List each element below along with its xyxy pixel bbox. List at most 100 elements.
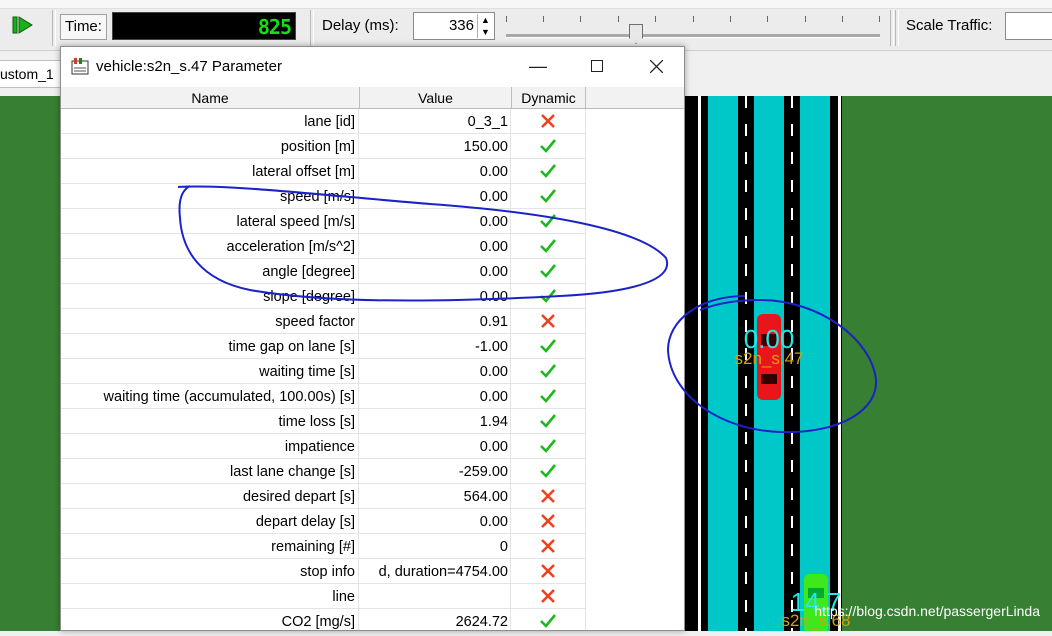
minimize-icon: — [529, 55, 547, 76]
parameter-name: slope [degree] [61, 284, 359, 308]
toolbar-separator [310, 10, 314, 46]
run-button[interactable] [6, 12, 40, 38]
dynamic-cell[interactable] [511, 409, 586, 433]
dynamic-cell[interactable] [511, 484, 586, 508]
dynamic-cell[interactable] [511, 109, 586, 133]
dynamic-cell[interactable] [511, 359, 586, 383]
table-header: Name Value Dynamic [61, 87, 684, 109]
checkmark-icon [540, 189, 556, 203]
table-row[interactable]: impatience 0.00 [61, 434, 586, 459]
dynamic-cell[interactable] [511, 534, 586, 558]
parameter-value: 0.00 [359, 434, 511, 458]
close-button[interactable] [627, 47, 684, 85]
parameter-name: line [61, 584, 359, 608]
table-row[interactable]: time loss [s] 1.94 [61, 409, 586, 434]
dynamic-cell[interactable] [511, 334, 586, 358]
parameter-value: 150.00 [359, 134, 511, 158]
dynamic-cell[interactable] [511, 459, 586, 483]
dynamic-cell[interactable] [511, 309, 586, 333]
parameter-name: depart delay [s] [61, 509, 359, 533]
table-row[interactable]: lateral speed [m/s] 0.00 [61, 209, 586, 234]
dynamic-cell[interactable] [511, 159, 586, 183]
parameter-value: 2624.72 [359, 609, 511, 630]
table-row[interactable]: waiting time [s] 0.00 [61, 359, 586, 384]
scale-traffic-input[interactable] [1005, 12, 1052, 40]
minimize-button[interactable]: — [509, 47, 567, 85]
parameter-value: 1.94 [359, 409, 511, 433]
checkmark-icon [540, 264, 556, 278]
dialog-titlebar[interactable]: vehicle:s2n_s.47 Parameter — [61, 47, 684, 85]
parameter-name: last lane change [s] [61, 459, 359, 483]
table-row[interactable]: acceleration [m/s^2] 0.00 [61, 234, 586, 259]
cross-icon [541, 314, 555, 328]
table-row[interactable]: angle [degree] 0.00 [61, 259, 586, 284]
table-row[interactable]: slope [degree] 0.00 [61, 284, 586, 309]
dynamic-cell[interactable] [511, 434, 586, 458]
table-row[interactable]: last lane change [s] -259.00 [61, 459, 586, 484]
table-row[interactable]: stop info d, duration=4754.00 [61, 559, 586, 584]
maximize-button[interactable] [568, 47, 626, 85]
column-header-name[interactable]: Name [61, 87, 360, 108]
parameter-name: lateral speed [m/s] [61, 209, 359, 233]
parameter-value: 0.00 [359, 384, 511, 408]
checkmark-icon [540, 239, 556, 253]
menu-strip [0, 0, 1052, 9]
table-row[interactable]: lateral offset [m] 0.00 [61, 159, 586, 184]
parameter-name: lane [id] [61, 109, 359, 133]
parameter-value: -259.00 [359, 459, 511, 483]
dynamic-cell[interactable] [511, 184, 586, 208]
spin-up-icon[interactable]: ▲ [477, 14, 493, 26]
dynamic-cell[interactable] [511, 559, 586, 583]
spin-down-icon[interactable]: ▼ [477, 26, 493, 38]
table-row[interactable]: desired depart [s] 564.00 [61, 484, 586, 509]
toolbar: Time: 825 Delay (ms): 336 ▲ ▼ Scale Traf… [0, 0, 1052, 51]
dynamic-cell[interactable] [511, 134, 586, 158]
view-tab[interactable]: ustom_1 [0, 60, 61, 88]
cross-icon [541, 539, 555, 553]
parameter-name: position [m] [61, 134, 359, 158]
toolbar-separator [890, 10, 894, 46]
table-row[interactable]: remaining [#] 0 [61, 534, 586, 559]
table-row[interactable]: time gap on lane [s] -1.00 [61, 334, 586, 359]
dynamic-cell[interactable] [511, 609, 586, 630]
toolbar-separator [52, 10, 56, 46]
parameter-value [359, 584, 511, 608]
bike-lane [708, 96, 738, 631]
column-header-value[interactable]: Value [360, 87, 512, 108]
checkmark-icon [540, 339, 556, 353]
dynamic-cell[interactable] [511, 509, 586, 533]
column-header-dynamic[interactable]: Dynamic [512, 87, 586, 108]
cross-icon [541, 489, 555, 503]
dynamic-cell[interactable] [511, 384, 586, 408]
delay-spinbox[interactable]: 336 ▲ ▼ [413, 12, 495, 40]
road-edge [698, 96, 701, 631]
road-edge [838, 96, 841, 631]
parameter-name: time loss [s] [61, 409, 359, 433]
table-row[interactable]: speed [m/s] 0.00 [61, 184, 586, 209]
parameter-name: speed factor [61, 309, 359, 333]
watermark: https://blog.csdn.net/passergerLinda [814, 603, 1040, 619]
table-row[interactable]: CO2 [mg/s] 2624.72 [61, 609, 586, 630]
table-row[interactable]: position [m] 150.00 [61, 134, 586, 159]
table-row[interactable]: depart delay [s] 0.00 [61, 509, 586, 534]
parameter-value: -1.00 [359, 334, 511, 358]
dynamic-cell[interactable] [511, 209, 586, 233]
parameter-name: speed [m/s] [61, 184, 359, 208]
parameter-value: 0.00 [359, 359, 511, 383]
slider-thumb[interactable] [629, 24, 643, 44]
delay-slider[interactable] [506, 14, 880, 44]
table-row[interactable]: line [61, 584, 586, 609]
dynamic-cell[interactable] [511, 284, 586, 308]
cross-icon [541, 514, 555, 528]
maximize-icon [591, 60, 603, 72]
parameter-name: angle [degree] [61, 259, 359, 283]
table-row[interactable]: speed factor 0.91 [61, 309, 586, 334]
table-row[interactable]: lane [id] 0_3_1 [61, 109, 586, 134]
dynamic-cell[interactable] [511, 234, 586, 258]
parameter-value: 0.00 [359, 284, 511, 308]
parameter-name: acceleration [m/s^2] [61, 234, 359, 258]
dynamic-cell[interactable] [511, 584, 586, 608]
table-row[interactable]: waiting time (accumulated, 100.00s) [s] 0… [61, 384, 586, 409]
delay-label: Delay (ms): [322, 17, 399, 34]
dynamic-cell[interactable] [511, 259, 586, 283]
